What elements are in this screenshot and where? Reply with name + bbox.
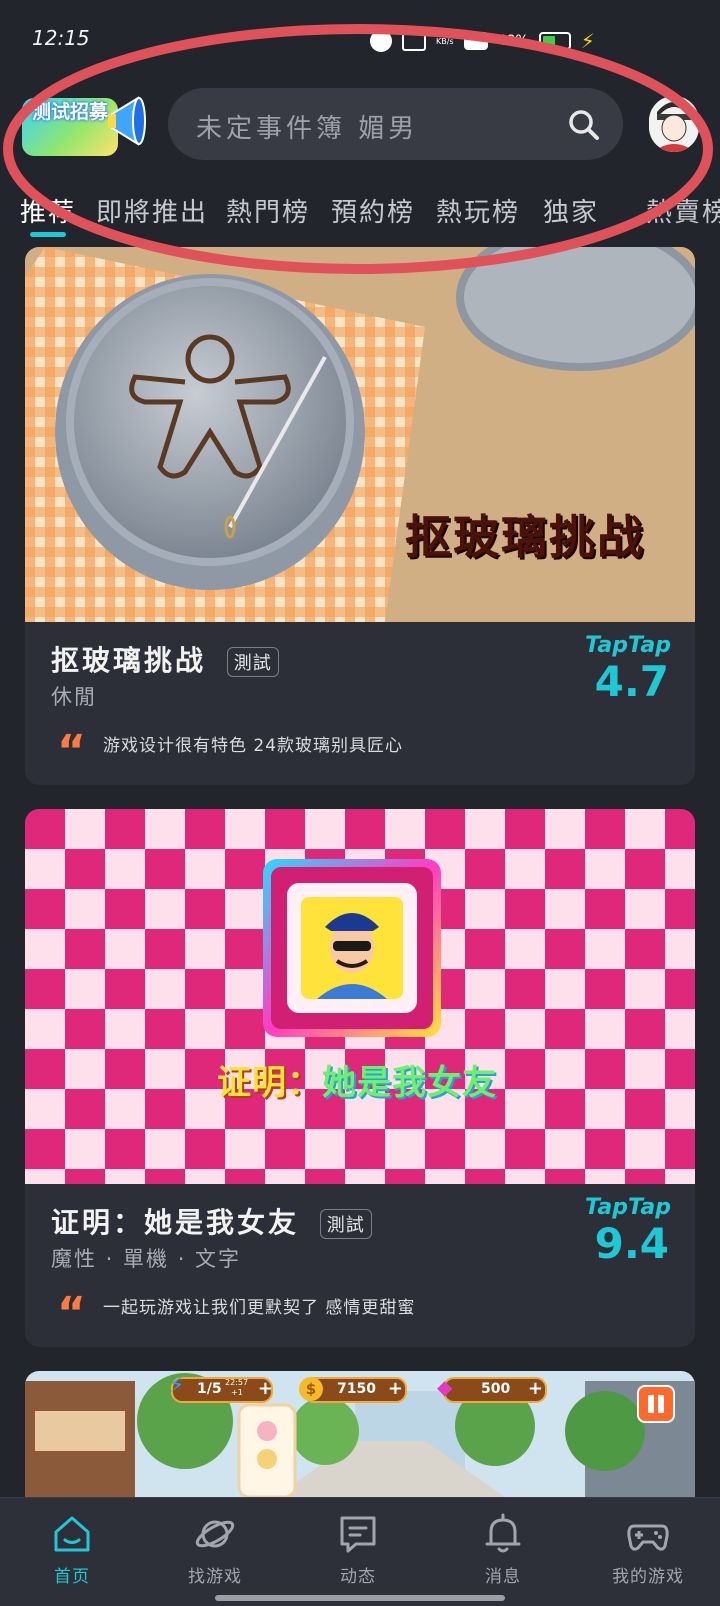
game-title-text: 抠玻璃挑战: [51, 644, 207, 677]
highlight-ellipse: [3, 24, 713, 274]
banner-title: 证明：她是我女友: [217, 1055, 497, 1104]
nav-label: 找游戏: [188, 1567, 242, 1587]
girlfriend-proof-banner-image: [25, 809, 695, 1184]
chat-icon: [340, 1516, 376, 1553]
nav-home[interactable]: 首页: [17, 1512, 127, 1587]
game-title: 抠玻璃挑战 測試: [51, 639, 279, 679]
coin-icon: $: [299, 1377, 323, 1401]
add-coins-icon[interactable]: +: [388, 1378, 403, 1399]
add-energy-icon[interactable]: +: [258, 1378, 273, 1399]
home-icon: [54, 1516, 90, 1552]
banner-title-part1: 证明：: [217, 1063, 322, 1103]
pause-button[interactable]: [637, 1385, 675, 1423]
energy-timer-sub: +1: [231, 1388, 243, 1397]
game-card[interactable]: 证明：她是我女友 证明：她是我女友 測試 魔性 · 單機 · 文字 TapTap…: [25, 809, 695, 1347]
game-card[interactable]: 抠玻璃挑战 抠玻璃挑战 測試 休閒 TapTap 4.7 “ 游戏设计很有特色 …: [25, 247, 695, 785]
test-badge: 測試: [226, 647, 279, 677]
nav-feed[interactable]: 动态: [303, 1512, 413, 1587]
banner-title-part2: 她是我女友: [322, 1063, 497, 1103]
review-quote: 游戏设计很有特色 24款玻璃别具匠心: [103, 736, 404, 756]
bottom-nav: 首页 找游戏 动态 消息 我的游戏: [0, 1497, 720, 1606]
test-badge: 測試: [319, 1209, 372, 1239]
nav-my-games[interactable]: 我的游戏: [593, 1512, 703, 1587]
coin-value: 7150: [337, 1381, 376, 1397]
home-indicator[interactable]: [215, 1595, 505, 1601]
nav-label: 首页: [54, 1567, 90, 1587]
game-title: 证明：她是我女友 測試: [51, 1201, 372, 1241]
gem-icon: ◆: [437, 1375, 453, 1399]
taptap-label: TapTap: [585, 633, 671, 658]
nav-label: 我的游戏: [612, 1567, 684, 1587]
energy-counter[interactable]: ⚡ 1/5 22:57 +1 +: [169, 1373, 273, 1403]
banner-title: 抠玻璃挑战: [405, 510, 645, 564]
review-quote: 一起玩游戏让我们更默契了 感情更甜蜜: [103, 1298, 416, 1318]
game-card[interactable]: ⚡ 1/5 22:57 +1 + $ 7150 + ◆ 500 +: [25, 1371, 695, 1497]
game-genre: 魔性 · 單機 · 文字: [51, 1247, 242, 1271]
taptap-label: TapTap: [585, 1195, 671, 1220]
taptap-score: 4.7: [594, 657, 669, 706]
pause-icon-bar: [658, 1395, 664, 1413]
gem-counter[interactable]: ◆ 500 +: [437, 1375, 547, 1403]
gem-value: 500: [481, 1381, 511, 1397]
quote-icon: “: [57, 1288, 86, 1339]
planet-icon: [195, 1520, 235, 1548]
pause-icon: [648, 1395, 654, 1413]
energy-value: 1/5: [197, 1381, 222, 1397]
nav-label: 消息: [485, 1567, 521, 1587]
game-hud: ⚡ 1/5 22:57 +1 + $ 7150 + ◆ 500 +: [169, 1373, 551, 1405]
energy-timer: 22:57: [225, 1378, 249, 1387]
bell-icon: [485, 1513, 521, 1553]
nav-messages[interactable]: 消息: [448, 1512, 558, 1587]
add-gems-icon[interactable]: +: [528, 1378, 543, 1399]
gamepad-icon: [627, 1524, 669, 1551]
taptap-score: 9.4: [594, 1219, 669, 1268]
game-banner[interactable]: 证明：她是我女友: [25, 809, 695, 1184]
quote-icon: “: [57, 726, 86, 777]
lightning-icon: ⚡: [169, 1373, 185, 1398]
nav-label: 动态: [340, 1567, 376, 1587]
game-title-text: 证明：她是我女友: [51, 1206, 300, 1239]
nav-find-games[interactable]: 找游戏: [160, 1512, 270, 1587]
game-banner[interactable]: 抠玻璃挑战: [25, 247, 695, 622]
coin-counter[interactable]: $ 7150 +: [299, 1377, 407, 1403]
game-genre: 休閒: [51, 685, 97, 709]
